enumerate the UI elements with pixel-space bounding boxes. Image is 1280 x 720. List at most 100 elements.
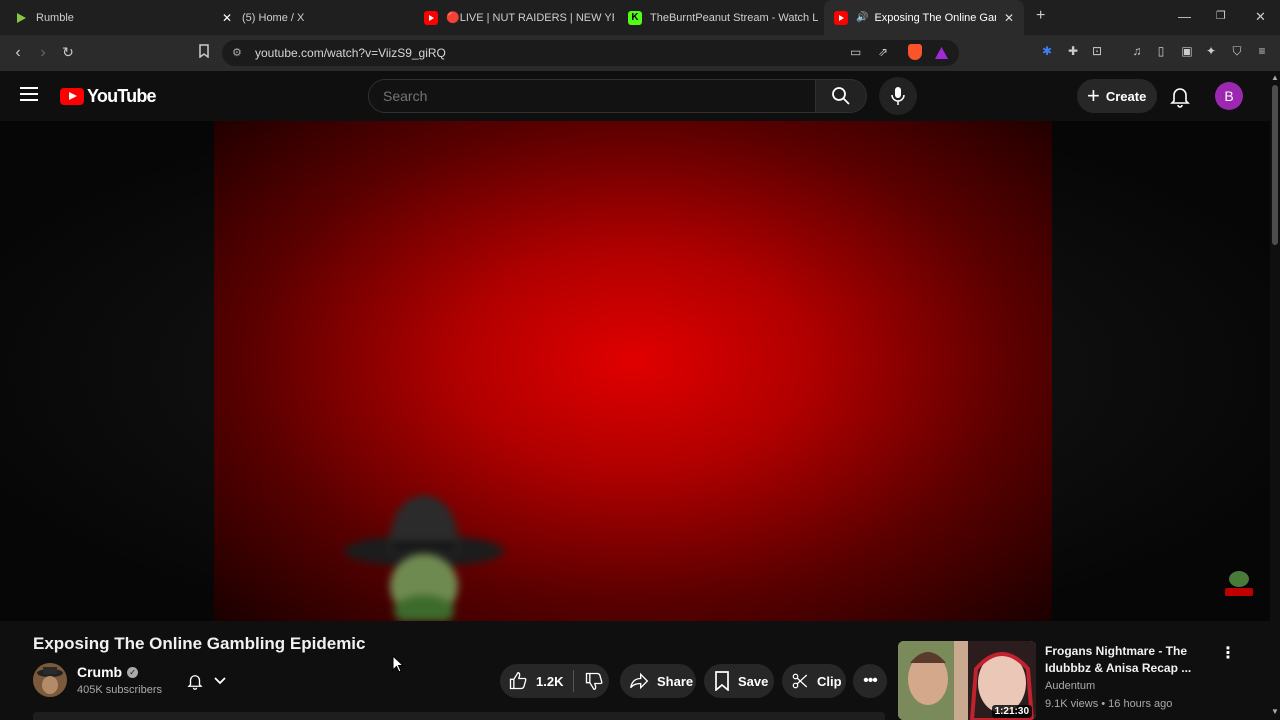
brave-shields-icon[interactable] [908,44,922,60]
video-character-figure [344,495,504,621]
tab-rumble[interactable]: Rumble [4,0,204,35]
clip-button[interactable]: Clip [782,664,846,698]
search-button[interactable] [815,79,867,113]
minimize-icon[interactable]: — [1178,9,1191,24]
video-duration: 1:21:30 [991,705,1032,718]
channel-name-row[interactable]: Crumb ✓ [77,664,139,680]
share-icon [630,672,649,690]
x-icon: ✕ [221,10,233,25]
dislike-button[interactable] [584,671,604,691]
restore-icon[interactable]: ❐ [1216,9,1226,22]
media-icon[interactable]: ♫ [1129,44,1145,60]
tab-x-home[interactable]: ✕ (5) Home / X [210,0,410,35]
verified-badge-icon: ✓ [127,666,139,678]
search-input[interactable] [383,88,783,104]
tab-label: TheBurntPeanut Stream - Watch Live [650,11,818,24]
channel-name[interactable]: Crumb [77,664,122,680]
bookmark-icon[interactable] [194,44,214,61]
tab-kick-stream[interactable]: K TheBurntPeanut Stream - Watch Live [618,0,818,35]
description-box-edge[interactable] [33,712,885,720]
new-tab-button[interactable]: + [1036,7,1045,25]
scissors-icon [792,673,808,689]
back-icon[interactable]: ‹ [8,44,28,62]
tab-youtube-active[interactable]: 🔊 Exposing The Online Gamblin ✕ [824,0,1024,35]
account-avatar[interactable]: B [1215,82,1243,110]
save-button[interactable]: Save [704,664,774,698]
channel-avatar[interactable] [33,663,67,697]
clip-label: Clip [817,673,842,689]
save-label: Save [738,673,769,689]
chevron-down-icon [214,677,226,685]
share-label: Share [657,673,694,689]
logo-text: YouTube [87,86,157,106]
like-button[interactable]: 1.2K [508,671,563,691]
video-title: Exposing The Online Gambling Epidemic [33,634,366,653]
site-info-icon[interactable]: ⚙ [232,46,242,59]
youtube-play-icon [60,88,84,105]
youtube-logo[interactable]: YouTube [60,86,157,107]
like-dislike-group: 1.2K [500,664,609,698]
like-count: 1.2K [536,673,564,689]
menu-icon[interactable]: ≡ [1254,44,1270,60]
recommended-meta: 9.1K views • 16 hours ago [1045,698,1173,710]
extensions-puzzle-icon[interactable]: ✚ [1065,44,1081,60]
thumbs-up-icon [509,671,527,690]
subscriber-count: 405K subscribers [77,684,162,696]
close-window-icon[interactable]: ✕ [1255,9,1266,25]
recommended-channel[interactable]: Audentum [1045,680,1095,692]
vpn-icon[interactable]: ⛉ [1229,44,1245,60]
save-bookmark-icon [715,671,729,691]
channel-watermark[interactable] [1222,566,1256,600]
page-scrollbar[interactable]: ▲ ▼ [1270,71,1280,720]
cast-icon[interactable]: ▭ [850,45,861,59]
like-divider [573,670,575,692]
youtube-header: YouTube + Create B [0,71,1270,121]
browser-tab-bar: Rumble ✕ (5) Home / X 🔴LIVE | NUT RAIDER… [0,0,1280,35]
youtube-icon [424,10,438,25]
wallet-icon[interactable]: ▣ [1179,44,1195,60]
share-page-icon[interactable]: ⇗ [878,45,888,59]
voice-search-button[interactable] [879,77,917,115]
scroll-thumb[interactable] [1272,85,1278,245]
scroll-down-icon[interactable]: ▼ [1271,707,1279,716]
subscription-notifications-button[interactable] [180,666,240,696]
guide-menu-icon[interactable] [20,87,38,101]
youtube-icon [834,10,848,25]
notifications-bell-icon[interactable] [1168,84,1192,108]
kick-icon: K [628,10,642,25]
browser-toolbar: ‹ › ↻ ⚙ youtube.com/watch?v=ViizS9_giRQ … [0,35,1280,71]
tab-label: Exposing The Online Gamblin [874,11,995,24]
url-text: youtube.com/watch?v=ViizS9_giRQ [255,46,446,60]
rumble-icon [14,11,28,25]
address-bar[interactable]: ⚙ youtube.com/watch?v=ViizS9_giRQ ▭ ⇗ [222,40,959,66]
tab-youtube-live[interactable]: 🔴LIVE | NUT RAIDERS | NEW YEAR [414,0,614,35]
recommended-menu-icon[interactable]: ⋮ [1220,643,1236,663]
video-player[interactable] [214,121,1052,621]
forward-icon[interactable]: › [33,44,53,62]
search-box[interactable] [368,79,816,113]
create-label: Create [1105,88,1147,104]
tab-close-icon[interactable]: ✕ [1004,11,1014,25]
recommended-thumbnail[interactable]: 1:21:30 [898,641,1036,720]
mouse-cursor-icon [392,655,404,673]
more-actions-icon[interactable]: ••• [853,664,887,698]
share-button[interactable]: Share [620,664,696,698]
speaker-icon: 🔊 [856,12,869,23]
search-icon [832,87,850,105]
recommended-title[interactable]: Frogans Nightmare - The Idubbbz & Anisa … [1045,643,1215,677]
screenshot-icon[interactable]: ⊡ [1089,44,1105,60]
plus-icon: + [1087,83,1100,108]
microphone-icon [891,87,905,105]
extension-icon[interactable]: ✱ [1039,44,1055,60]
tab-label: 🔴LIVE | NUT RAIDERS | NEW YEAR [446,12,614,24]
scroll-up-icon[interactable]: ▲ [1271,73,1279,82]
sidebar-icon[interactable]: ▯ [1153,44,1169,60]
bell-icon [187,675,203,690]
brave-rewards-icon[interactable] [935,46,948,64]
reload-icon[interactable]: ↻ [58,44,78,61]
tab-label: Rumble [36,11,74,24]
leo-icon[interactable]: ✦ [1203,44,1219,60]
create-button[interactable]: + Create [1077,79,1157,113]
tab-label: (5) Home / X [242,11,305,24]
thumbs-down-icon [586,672,603,691]
